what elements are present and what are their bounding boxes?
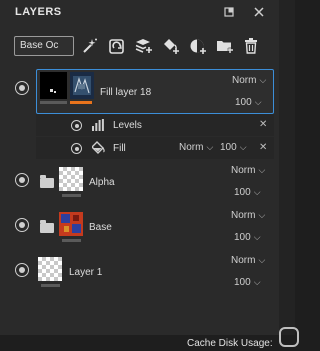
levels-icon	[92, 119, 104, 134]
chevron-down-icon: ⌵	[206, 142, 214, 152]
new-folder-icon[interactable]	[215, 36, 235, 56]
effect-row-levels[interactable]: Levels ✕	[36, 114, 274, 136]
chevron-down-icon: ⌵	[258, 165, 266, 175]
magic-wand-icon[interactable]	[80, 36, 100, 56]
folder-icon	[40, 220, 54, 233]
layer-content-thumbnail	[70, 72, 94, 99]
effect-opacity[interactable]: 100 ⌵	[220, 142, 247, 153]
expand-icon[interactable]	[222, 5, 236, 19]
chevron-down-icon: ⌵	[253, 277, 261, 287]
layer-blend-mode[interactable]: Norm ⌵	[232, 75, 266, 86]
effect-blend-mode[interactable]: Norm ⌵	[179, 142, 213, 153]
effect-visibility-eye-icon[interactable]	[71, 143, 82, 154]
status-bar: Cache Disk Usage:	[0, 327, 299, 351]
layer-blend-mode[interactable]: Norm ⌵	[231, 165, 265, 176]
blend-mode-select[interactable]: Base Oc	[14, 36, 74, 56]
layer-opacity[interactable]: 100 ⌵	[234, 232, 261, 243]
effect-name: Fill	[113, 143, 126, 154]
fill-bucket-icon	[91, 141, 105, 158]
panel-header: LAYERS	[0, 0, 279, 25]
loading-spinner-icon	[279, 327, 299, 347]
chevron-down-icon: ⌵	[254, 97, 262, 107]
layer-thumbnail	[59, 212, 83, 236]
layer-underbar	[62, 239, 81, 242]
layer-visibility-eye-icon[interactable]	[15, 218, 29, 232]
panel-scroll-strip[interactable]	[279, 0, 295, 351]
panel-title: LAYERS	[15, 6, 62, 18]
close-icon[interactable]	[252, 5, 266, 19]
chevron-down-icon: ⌵	[253, 232, 261, 242]
add-layer-stack-icon[interactable]	[134, 36, 154, 56]
layer-blend-mode[interactable]: Norm ⌵	[231, 210, 265, 221]
layer-row-fill-layer-18[interactable]: Fill layer 18 Norm ⌵ 100 ⌵	[36, 69, 274, 114]
chevron-down-icon: ⌵	[258, 255, 266, 265]
effect-visibility-eye-icon[interactable]	[71, 120, 82, 131]
remove-effect-icon[interactable]: ✕	[259, 142, 267, 153]
mask-underbar	[40, 101, 67, 104]
content-underbar-orange	[70, 101, 92, 104]
chevron-down-icon: ⌵	[253, 187, 261, 197]
layer-thumbnail	[59, 167, 83, 191]
layer-name: Base	[89, 222, 112, 233]
layer-name: Layer 1	[69, 267, 103, 278]
chevron-down-icon: ⌵	[259, 75, 267, 85]
layer-row-base[interactable]: Base Norm ⌵ 100 ⌵	[0, 206, 279, 251]
layer-blend-mode[interactable]: Norm ⌵	[231, 255, 265, 266]
fill-bucket-add-icon[interactable]	[161, 36, 181, 56]
layer-underbar	[62, 194, 81, 197]
layer-row-alpha[interactable]: Alpha Norm ⌵ 100 ⌵	[0, 161, 279, 206]
mask-icon[interactable]	[188, 36, 208, 56]
layer-visibility-eye-icon[interactable]	[15, 263, 29, 277]
chevron-down-icon: ⌵	[239, 142, 247, 152]
layer-underbar	[41, 284, 60, 287]
layer-visibility-eye-icon[interactable]	[15, 173, 29, 187]
remove-effect-icon[interactable]: ✕	[259, 119, 267, 130]
cache-disk-usage-label: Cache Disk Usage:	[187, 338, 273, 349]
layers-panel: LAYERS Base Oc Fill layer 18 Norm ⌵ 100 …	[0, 0, 279, 351]
layer-name: Fill layer 18	[100, 87, 152, 98]
layer-mask-thumbnail	[40, 72, 67, 99]
layer-opacity[interactable]: 100 ⌵	[235, 97, 262, 108]
layer-visibility-eye-icon[interactable]	[15, 81, 29, 95]
effect-name: Levels	[113, 120, 142, 131]
layer-row-layer-1[interactable]: Layer 1 Norm ⌵ 100 ⌵	[0, 251, 279, 296]
layer-name: Alpha	[89, 177, 115, 188]
chevron-down-icon: ⌵	[258, 210, 266, 220]
trash-icon[interactable]	[242, 36, 262, 56]
folder-icon	[40, 175, 54, 188]
layer-thumbnail	[38, 257, 62, 281]
rotate-icon[interactable]	[107, 36, 127, 56]
layers-toolbar: Base Oc	[0, 30, 279, 60]
layer-opacity[interactable]: 100 ⌵	[234, 277, 261, 288]
effect-row-fill[interactable]: Fill Norm ⌵ 100 ⌵ ✕	[36, 137, 274, 159]
layer-opacity[interactable]: 100 ⌵	[234, 187, 261, 198]
